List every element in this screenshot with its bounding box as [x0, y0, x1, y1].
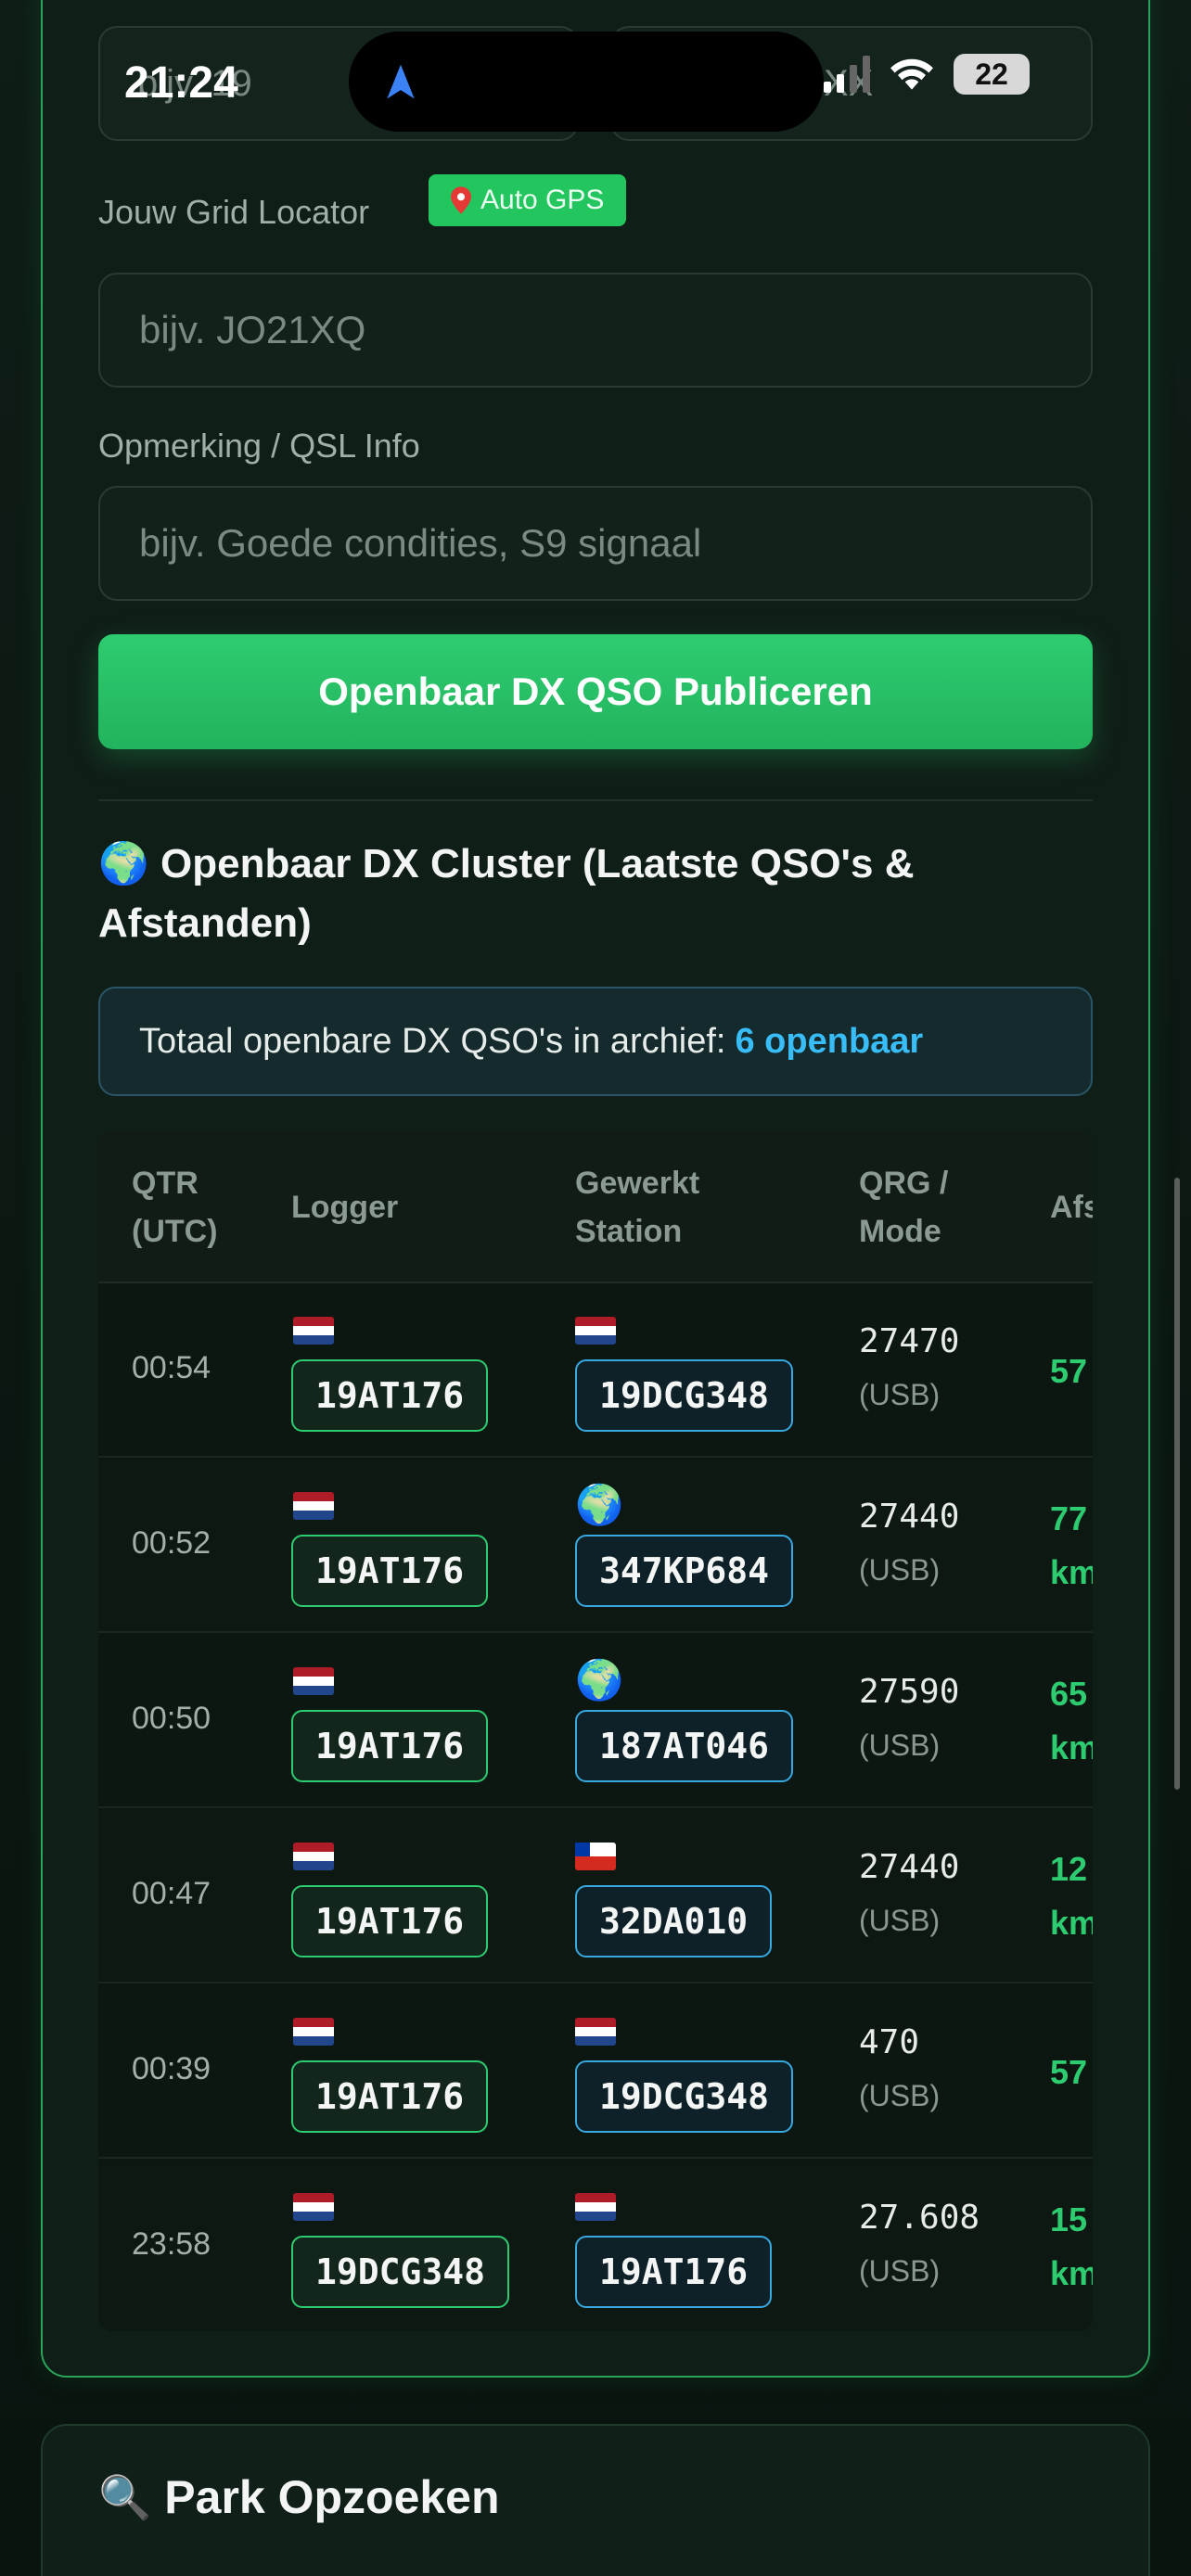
logger-flag-icon — [293, 1317, 334, 1345]
note-input[interactable] — [100, 488, 1091, 599]
grid-locator-input[interactable] — [100, 274, 1091, 386]
worked-flag-icon — [575, 1843, 616, 1870]
logger-callsign[interactable]: 19DCG348 — [291, 2236, 510, 2308]
table-row[interactable]: 00:39 19AT176 19DCG348 470 (USB) 57 — [98, 1984, 1093, 2159]
distance-value: 12 km — [1050, 1843, 1093, 1950]
logger-callsign[interactable]: 19AT176 — [291, 1885, 489, 1958]
table-row[interactable]: 00:50 19AT176 🌍 187AT046 27590 (USB) 65 km — [98, 1634, 1093, 1808]
cluster-title-text: Openbaar DX Cluster (Laatste QSO's & Afs… — [98, 841, 915, 946]
auto-gps-button[interactable]: Auto GPS — [429, 174, 627, 226]
distance-value: 65 km — [1050, 1667, 1093, 1775]
mode-value: (USB) — [859, 1378, 941, 1411]
cluster-title: 🌍 Openbaar DX Cluster (Laatste QSO's & A… — [98, 835, 1093, 953]
distance-value: 77 km — [1050, 1492, 1093, 1600]
time-cell: 00:52 — [132, 1525, 211, 1561]
header-logger: Logger — [291, 1190, 399, 1225]
location-arrow-icon — [387, 64, 415, 99]
worked-flag-icon: 🌍 — [575, 1483, 624, 1526]
logger-flag-icon — [293, 1667, 334, 1695]
mode-value: (USB) — [859, 2254, 941, 2288]
table-header: QTR (UTC) Logger Gewerkt Station QRG / M… — [98, 1131, 1093, 1283]
note-label: Opmerking / QSL Info — [98, 427, 420, 465]
worked-callsign[interactable]: 19AT176 — [575, 2236, 773, 2308]
qrg-value: 470 — [859, 2023, 920, 2061]
pin-icon — [451, 186, 471, 214]
distance-unit: km — [1050, 1904, 1093, 1942]
distance-number: 12 — [1050, 1850, 1088, 1888]
status-time: 21:24 — [124, 58, 238, 108]
logger-callsign[interactable]: 19AT176 — [291, 1710, 489, 1782]
table-row[interactable]: 23:58 19DCG348 19AT176 27.608 (USB) 15 km — [98, 2160, 1093, 2331]
logger-flag-icon — [293, 1492, 334, 1520]
time-cell: 00:47 — [132, 1876, 211, 1911]
signal-icon — [824, 56, 870, 93]
globe-icon: 🌍 — [98, 841, 149, 886]
distance-unit: km — [1050, 2254, 1093, 2292]
time-cell: 00:50 — [132, 1701, 211, 1736]
total-prefix: Totaal openbare DX QSO's in archief: — [139, 1021, 726, 1061]
section-divider — [98, 799, 1093, 801]
qrg-value: 27440 — [859, 1848, 960, 1886]
distance-unit: km — [1050, 1728, 1093, 1766]
header-worked: Gewerkt Station — [575, 1166, 700, 1249]
header-qtr: QTR (UTC) — [132, 1166, 218, 1249]
note-field[interactable] — [98, 486, 1093, 601]
distance-number: 77 — [1050, 1499, 1088, 1537]
grid-locator-label: Jouw Grid Locator — [98, 193, 370, 231]
table-row[interactable]: 00:52 19AT176 🌍 347KP684 27440 (USB) 77 km — [98, 1459, 1093, 1633]
qrg-value: 27590 — [859, 1673, 960, 1711]
publish-button[interactable]: Openbaar DX QSO Publiceren — [98, 634, 1093, 749]
total-count: 6 openbaar — [735, 1021, 924, 1061]
table-row[interactable]: 00:54 19AT176 19DCG348 27470 (USB) 57 — [98, 1283, 1093, 1458]
distance-number: 65 — [1050, 1675, 1088, 1713]
scrollbar[interactable] — [1174, 1178, 1180, 1790]
distance-unit: km — [1050, 1553, 1093, 1591]
worked-callsign[interactable]: 19DCG348 — [575, 2060, 794, 2133]
dx-cluster-table[interactable]: QTR (UTC) Logger Gewerkt Station QRG / M… — [98, 1131, 1093, 2331]
worked-callsign[interactable]: 32DA010 — [575, 1885, 773, 1958]
distance-number: 15 — [1050, 2200, 1088, 2238]
magnifier-icon: 🔍 — [98, 2472, 152, 2521]
distance-value: 57 — [1050, 2046, 1087, 2099]
worked-callsign[interactable]: 187AT046 — [575, 1710, 794, 1782]
distance-value: 15 km — [1050, 2193, 1093, 2301]
worked-callsign[interactable]: 19DCG348 — [575, 1359, 794, 1432]
mode-value: (USB) — [859, 1728, 941, 1762]
worked-flag-icon — [575, 2193, 616, 2221]
logger-callsign[interactable]: 19AT176 — [291, 1359, 489, 1432]
worked-flag-icon — [575, 2018, 616, 2046]
mode-value: (USB) — [859, 2079, 941, 2112]
time-cell: 23:58 — [132, 2226, 211, 2262]
park-lookup-title: 🔍 Park Opzoeken — [98, 2470, 500, 2524]
qrg-value: 27440 — [859, 1498, 960, 1536]
table-row[interactable]: 00:47 19AT176 32DA010 27440 (USB) 12 km — [98, 1809, 1093, 1983]
status-right-group: 22 — [822, 54, 1030, 95]
worked-flag-icon: 🌍 — [575, 1658, 624, 1702]
qrg-value: 27470 — [859, 1322, 960, 1360]
auto-gps-label: Auto GPS — [480, 185, 605, 215]
header-qrg: QRG / Mode — [859, 1166, 949, 1249]
header-distance: Afs — [1050, 1190, 1093, 1225]
park-title-text: Park Opzoeken — [164, 2471, 500, 2523]
time-cell: 00:54 — [132, 1350, 211, 1385]
time-cell: 00:39 — [132, 2051, 211, 2086]
logger-flag-icon — [293, 1843, 334, 1870]
logger-flag-icon — [293, 2193, 334, 2221]
battery-indicator: 22 — [954, 54, 1030, 95]
worked-flag-icon — [575, 1317, 616, 1345]
total-summary: Totaal openbare DX QSO's in archief: 6 o… — [98, 987, 1093, 1096]
worked-callsign[interactable]: 347KP684 — [575, 1535, 794, 1607]
mode-value: (USB) — [859, 1553, 941, 1587]
distance-number: 57 — [1050, 2053, 1088, 2091]
distance-number: 57 — [1050, 1352, 1088, 1390]
logger-flag-icon — [293, 2018, 334, 2046]
distance-value: 57 — [1050, 1345, 1087, 1398]
grid-locator-field[interactable] — [98, 273, 1093, 388]
logger-callsign[interactable]: 19AT176 — [291, 1535, 489, 1607]
qrg-value: 27.608 — [859, 2199, 980, 2237]
mode-value: (USB) — [859, 1904, 941, 1937]
wifi-icon — [890, 58, 933, 90]
logger-callsign[interactable]: 19AT176 — [291, 2060, 489, 2133]
